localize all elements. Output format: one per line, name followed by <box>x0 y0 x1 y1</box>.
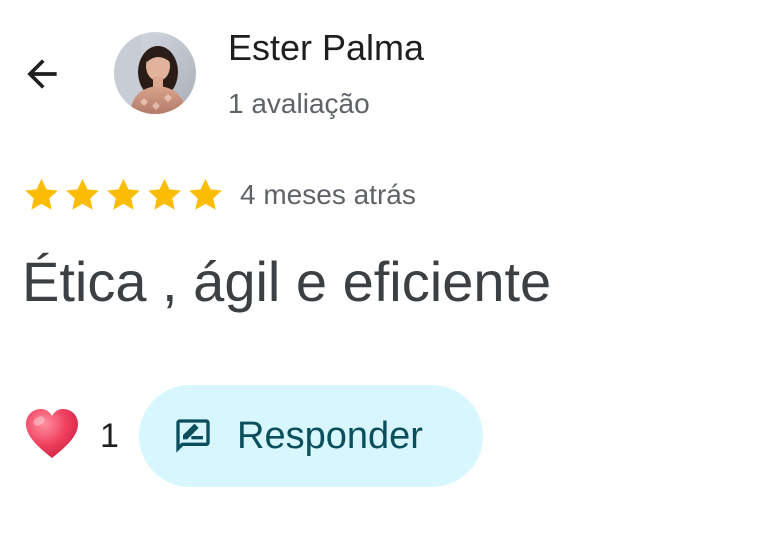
arrow-left-icon <box>27 59 57 89</box>
reply-button[interactable]: Responder <box>139 385 483 487</box>
heart-icon <box>26 409 78 458</box>
back-button[interactable] <box>16 48 68 100</box>
review-date: 4 meses atrás <box>240 179 416 210</box>
reply-label: Responder <box>237 415 423 457</box>
profile-photo <box>114 32 196 114</box>
star-icon <box>25 178 58 210</box>
review-count: 1 avaliação <box>228 88 370 119</box>
star-icon <box>66 178 99 210</box>
reply-icon <box>176 419 210 453</box>
author-name[interactable]: Ester Palma <box>228 26 424 70</box>
review-text: Ética , ágil e eficiente <box>22 250 552 313</box>
star-icon <box>189 178 222 210</box>
star-icon <box>148 178 181 210</box>
reaction-count: 1 <box>100 417 119 455</box>
star-icon <box>107 178 140 210</box>
reaction-button[interactable] <box>24 408 80 460</box>
avatar[interactable] <box>114 32 196 114</box>
star-rating <box>22 176 225 214</box>
